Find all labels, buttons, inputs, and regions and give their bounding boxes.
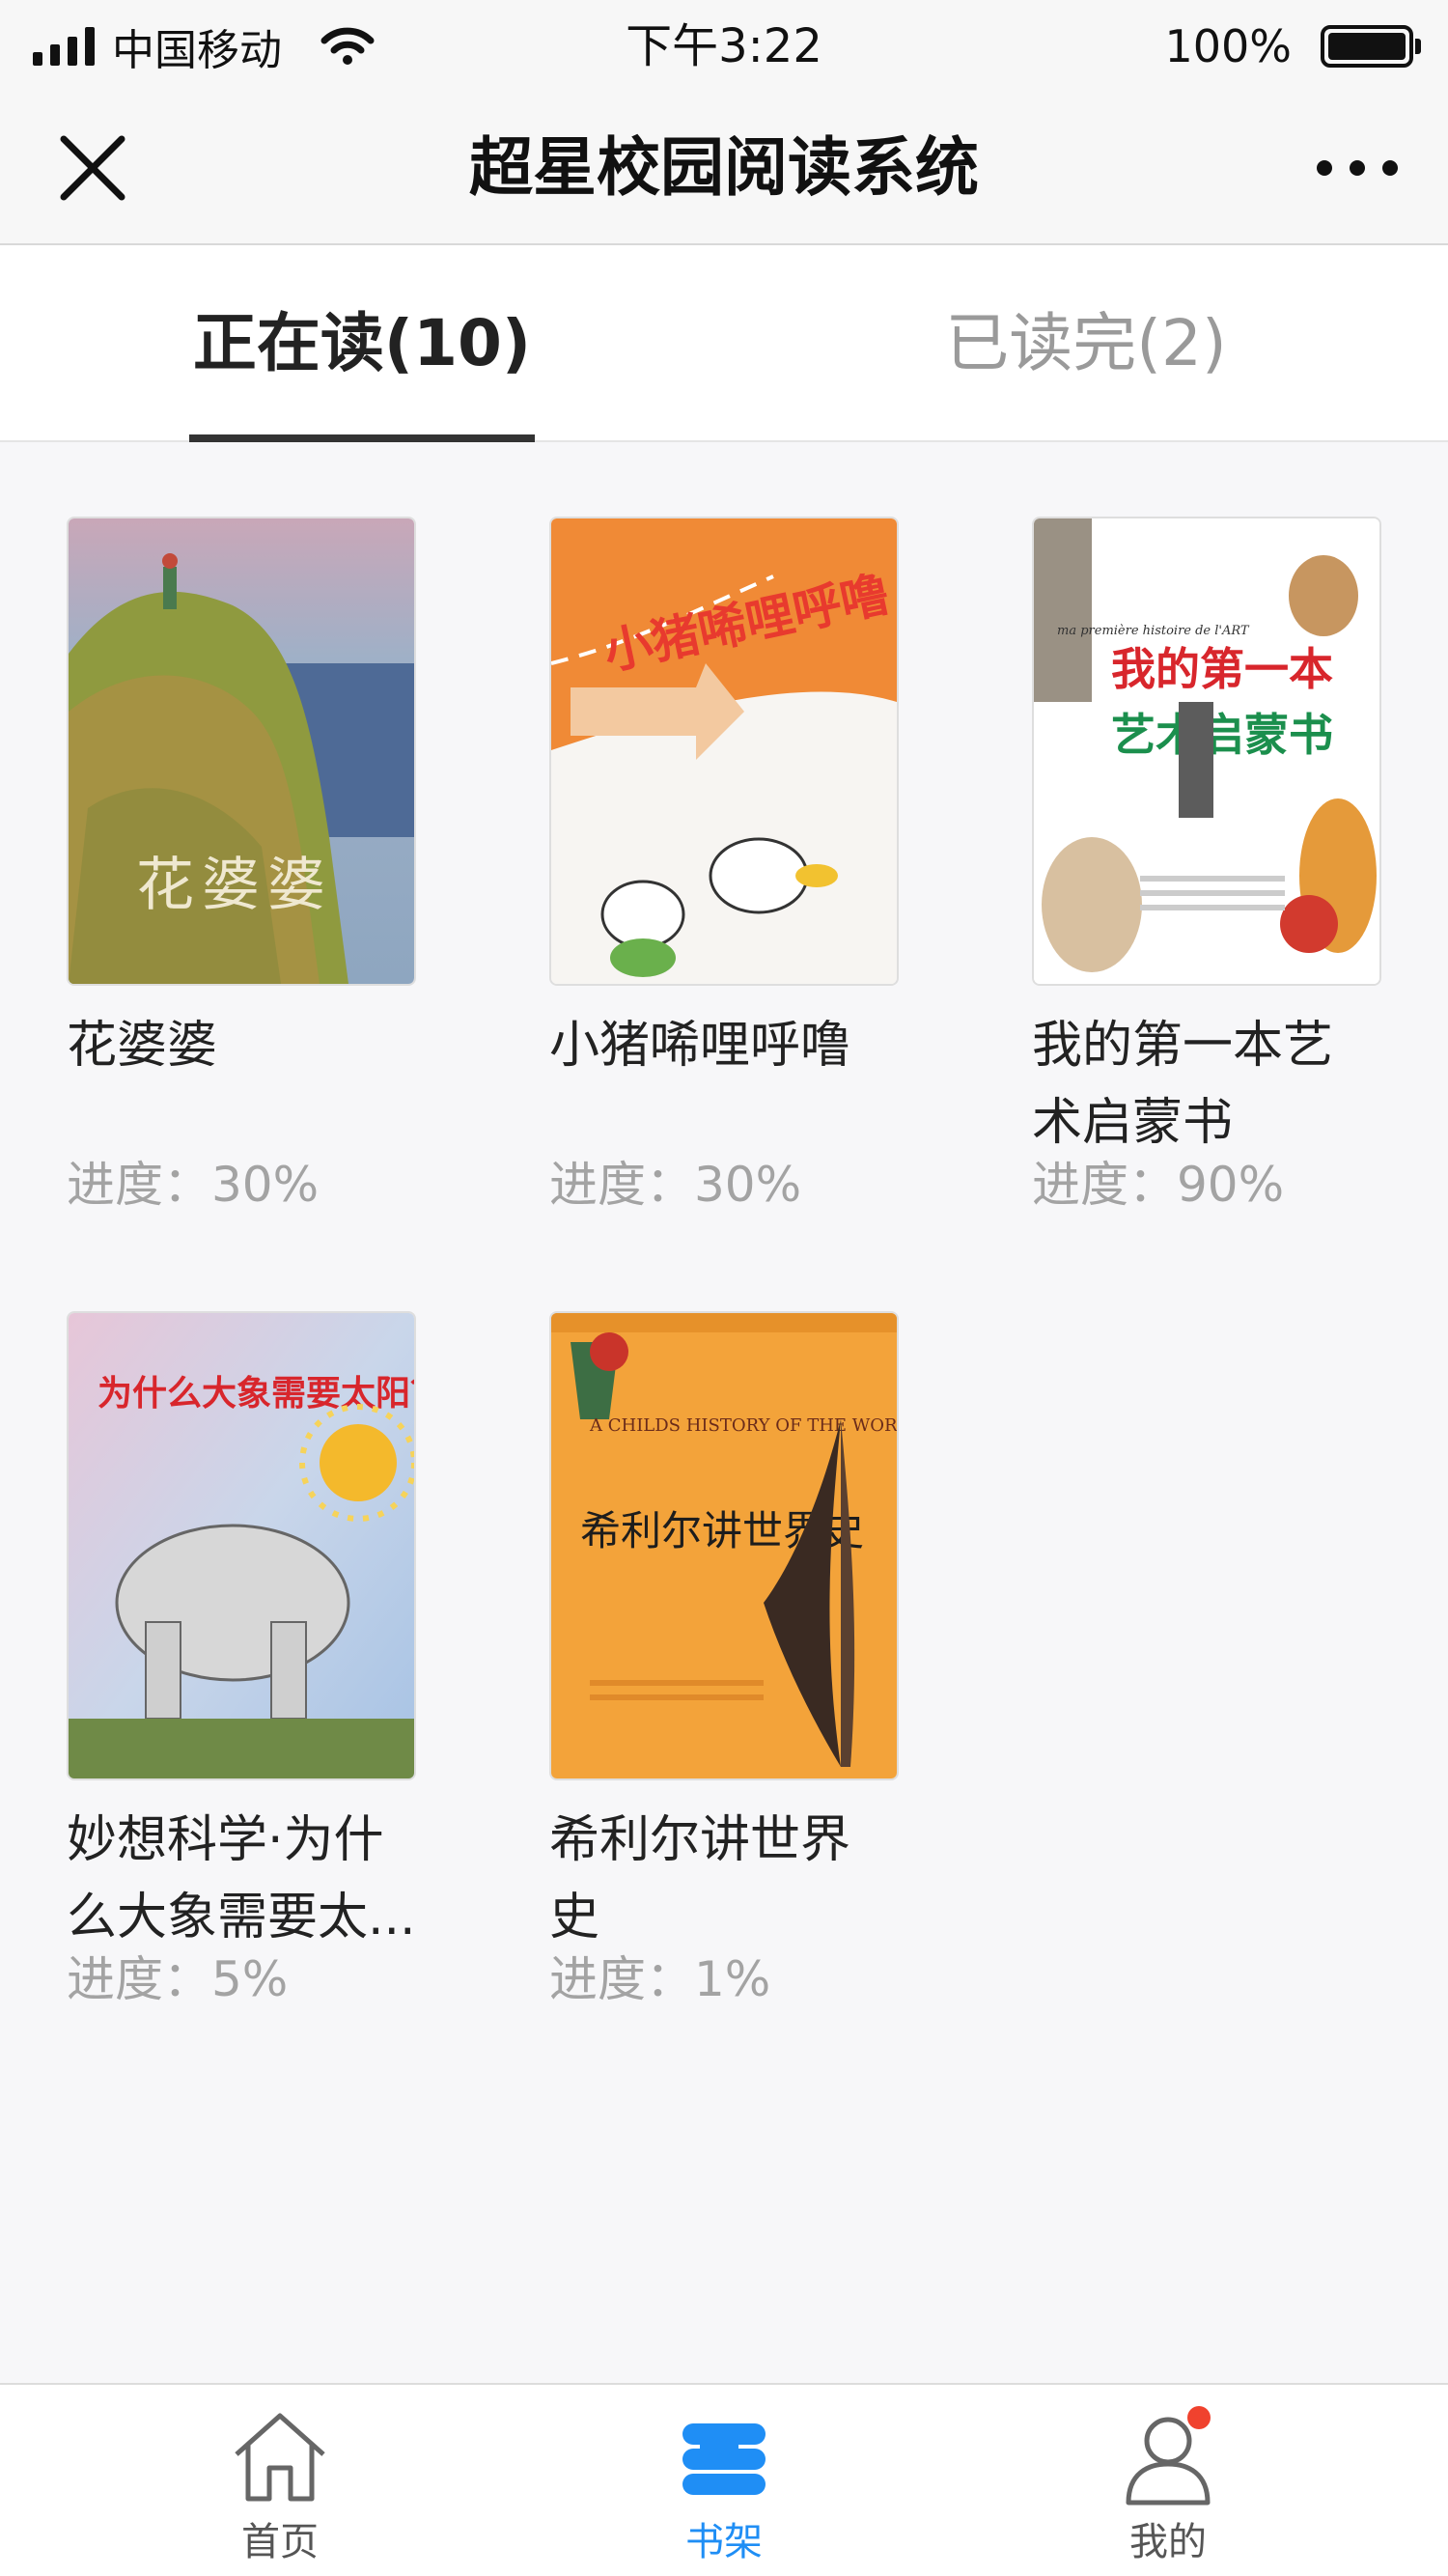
book-title[interactable]: 小猪唏哩呼噜 [549,1007,899,1162]
book-title[interactable]: 希利尔讲世界史 [549,1802,899,1956]
page-title: 超星校园阅读系统 [469,130,979,205]
book-progress: 进度：30% [549,1157,802,1213]
book-title[interactable]: 我的第一本艺术启蒙书 [1032,1007,1381,1162]
bottom-tab-bar: 首页 书架 我的 [0,2383,1448,2576]
book-cover[interactable]: ma première histoire de l'ART 我的第一本 艺术启蒙… [1032,517,1381,986]
book-title[interactable]: 花婆婆 [67,1007,416,1162]
tab-home[interactable]: 首页 [135,2385,425,2576]
battery-icon [1321,25,1421,68]
book-cover[interactable]: 花婆婆 [67,517,416,986]
tab-home-label: 首页 [241,2520,319,2564]
book-card[interactable]: 花婆婆 花婆婆 进度：30% [67,517,416,1214]
book-card[interactable]: A CHILDS HISTORY OF THE WORLD 希利尔讲世界史 希利… [549,1311,899,2008]
home-icon [235,2413,325,2502]
tab-mine[interactable]: 我的 [1023,2385,1313,2576]
tab-mine-label: 我的 [1129,2520,1207,2564]
cover-title: 花婆婆 [136,852,333,919]
cover-illustration: ma première histoire de l'ART 我的第一本 艺术启蒙… [1034,518,1379,984]
svg-text:艺术启蒙书: 艺术启蒙书 [1111,709,1333,761]
book-progress: 进度：1% [549,1951,771,2007]
tab-shelf-label: 书架 [685,2520,763,2564]
cover-title: 为什么大象需要太阳？ [97,1374,414,1414]
book-card[interactable]: 为什么大象需要太阳？ 妙想科学·为什么大象需要太... 进度：5% [67,1311,416,2008]
book-card[interactable]: 小猪唏哩呼噜 小猪唏哩呼噜 进度：30% [549,517,899,1214]
cover-illustration: 小猪唏哩呼噜 [551,518,897,984]
book-progress: 进度：30% [67,1157,320,1213]
bookshelf-icon [682,2423,766,2495]
cover-illustration: A CHILDS HISTORY OF THE WORLD 希利尔讲世界史 [551,1313,897,1778]
book-progress: 进度：5% [67,1951,289,2007]
book-cover[interactable]: A CHILDS HISTORY OF THE WORLD 希利尔讲世界史 [549,1311,899,1780]
book-cover[interactable]: 小猪唏哩呼噜 [549,517,899,986]
notification-badge [1187,2406,1211,2429]
nav-bar: 超星校园阅读系统 [0,93,1448,245]
active-tab-indicator [189,434,535,442]
cover-subtitle: ma première histoire de l'ART [1057,624,1250,638]
cover-illustration: 花婆婆 [69,518,414,984]
cover-subtitle: A CHILDS HISTORY OF THE WORLD [589,1415,897,1436]
status-bar: 中国移动 下午3:22 100% [0,0,1448,93]
battery-percent: 100% [1164,20,1292,72]
book-progress: 进度：90% [1032,1157,1285,1213]
svg-text:我的第一本: 我的第一本 [1111,643,1333,695]
tab-reading[interactable]: 正在读(10) [188,245,536,440]
more-icon[interactable] [1317,147,1398,189]
tab-finished[interactable]: 已读完(2) [912,245,1260,440]
status-right: 100% [1164,17,1421,75]
reading-tabs: 正在读(10) 已读完(2) [0,245,1448,442]
book-cover[interactable]: 为什么大象需要太阳？ [67,1311,416,1780]
cover-illustration: 为什么大象需要太阳？ [69,1313,414,1778]
book-title[interactable]: 妙想科学·为什么大象需要太... [67,1802,416,1956]
tab-shelf[interactable]: 书架 [579,2385,869,2576]
book-card[interactable]: ma première histoire de l'ART 我的第一本 艺术启蒙… [1032,517,1381,1214]
